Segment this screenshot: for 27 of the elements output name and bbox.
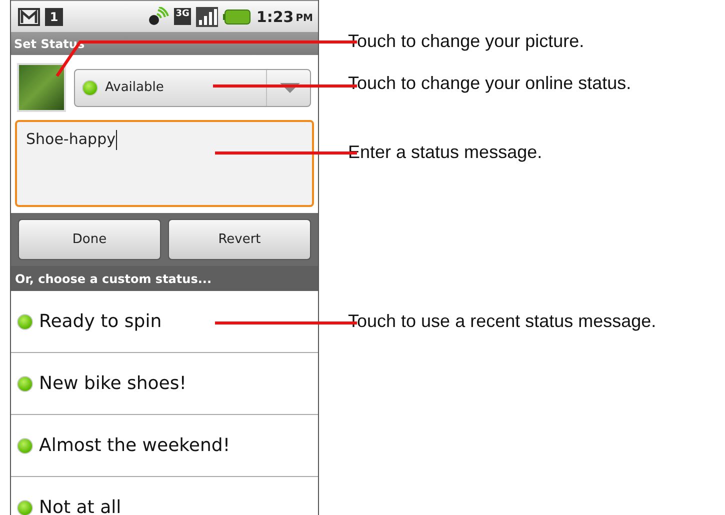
dropdown-arrow-icon [280, 82, 300, 92]
calendar-icon: 1 [45, 8, 63, 26]
callout-text: Touch to use a recent status message. [348, 311, 656, 332]
status-dot-icon [17, 438, 33, 454]
callout-text: Touch to change your picture. [348, 31, 584, 52]
status-dropdown[interactable]: Available [74, 68, 311, 106]
status-list-item[interactable]: New bike shoes! [11, 353, 318, 415]
status-list-item[interactable]: Ready to spin [11, 291, 318, 353]
battery-icon [223, 8, 252, 24]
clock-time: 1:23 [256, 8, 294, 26]
done-button[interactable]: Done [18, 219, 161, 260]
section-header: Or, choose a custom status... [11, 266, 318, 291]
signal-icon [196, 6, 218, 26]
mail-icon [18, 8, 40, 26]
status-list-item[interactable]: Not at all [11, 477, 318, 515]
revert-button[interactable]: Revert [168, 219, 311, 260]
callout-text: Touch to change your online status. [348, 73, 632, 94]
network-type-icon: 3G [174, 8, 192, 25]
status-dot-icon [17, 376, 33, 392]
sync-icon [146, 6, 169, 26]
status-dot-icon [17, 314, 33, 330]
status-dot-icon [17, 500, 33, 515]
status-list-item[interactable]: Almost the weekend! [11, 415, 318, 477]
photo-placeholder[interactable] [17, 63, 66, 112]
message-field[interactable]: Shoe-happy [15, 120, 314, 207]
status-dot-icon [82, 80, 98, 96]
clock-meridiem: PM [296, 12, 313, 24]
